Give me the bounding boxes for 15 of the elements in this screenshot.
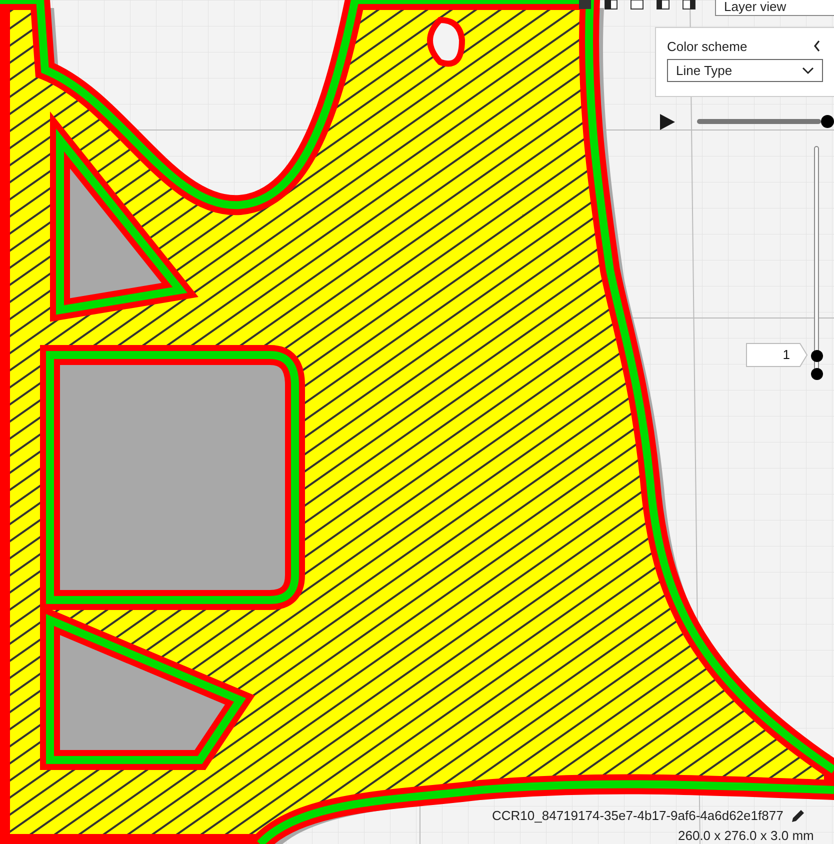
cube-view-icon[interactable]: [578, 0, 592, 10]
panel-title: Color scheme: [667, 38, 748, 56]
view-dropdown[interactable]: Layer view: [715, 0, 834, 16]
cube-view-icon[interactable]: [682, 0, 696, 10]
object-dimensions: 260.0 x 276.0 x 3.0 mm: [678, 827, 814, 844]
color-scheme-dropdown[interactable]: Line Type: [667, 59, 823, 82]
cube-view-icon[interactable]: [604, 0, 618, 10]
collapse-chevron-icon[interactable]: [813, 40, 821, 52]
chevron-down-icon: [802, 66, 814, 74]
field-pointer-icon: [798, 343, 808, 367]
cube-view-icon[interactable]: [656, 0, 670, 10]
play-icon[interactable]: [660, 114, 675, 130]
cube-view-icon[interactable]: [630, 0, 644, 10]
pencil-icon[interactable]: [791, 808, 806, 823]
object-name: CCR10_84719174-35e7-4b17-9af6-4a6d62e1f877: [492, 807, 784, 825]
